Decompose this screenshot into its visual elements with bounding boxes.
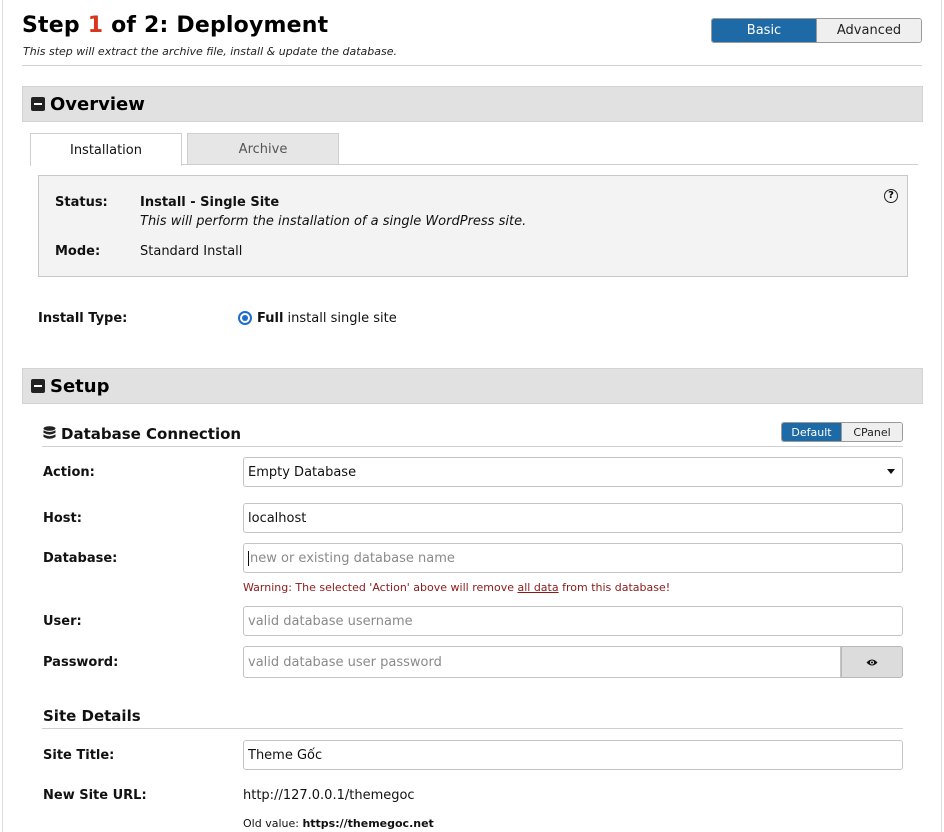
basic-mode-button[interactable]: Basic [712,19,817,42]
database-connection-heading: Database Connection [61,425,242,443]
database-icon [43,426,56,439]
eye-icon [866,659,878,665]
advanced-mode-button[interactable]: Advanced [817,19,921,42]
install-type-label: Install Type: [38,311,128,326]
question-circle-icon[interactable]: ? [884,189,898,203]
install-type-option-label[interactable]: Full install single site [257,311,397,326]
caret-down-icon [887,469,895,474]
db-heading-divider [42,446,903,447]
host-label: Host: [43,511,82,526]
text-cursor [248,550,249,566]
user-label: User: [43,614,82,629]
setup-heading: Setup [50,376,110,397]
install-type-radio-full[interactable] [238,311,252,325]
database-label: Database: [43,551,118,566]
view-mode-toggle: Basic Advanced [711,18,922,43]
action-select[interactable]: Empty Database [243,457,903,487]
site-title-label: Site Title: [43,748,115,763]
site-url-value: http://127.0.0.1/themegoc [243,788,415,803]
site-url-label: New Site URL: [43,788,147,803]
connection-mode-toggle: Default CPanel [781,422,903,442]
page-title: Step 1 of 2: Deployment [22,13,329,38]
database-name-input[interactable]: new or existing database name [243,543,903,573]
action-label: Action: [43,465,95,480]
user-input[interactable]: valid database username [243,606,903,636]
overview-heading: Overview [50,94,145,115]
overview-section-header[interactable]: Overview [22,86,923,122]
empty-database-warning: Warning: The selected 'Action' above wil… [243,581,671,594]
header-divider [22,65,922,66]
minus-square-icon[interactable] [31,379,45,393]
site-title-input[interactable]: Theme Gốc [243,740,903,770]
all-data-link[interactable]: all data [517,581,558,594]
status-description: This will perform the installation of a … [140,214,527,229]
show-password-button[interactable] [841,646,903,678]
tab-installation[interactable]: Installation [30,133,182,166]
old-url-note: Old value: https://themegoc.net [243,817,434,830]
site-heading-divider [42,728,903,729]
minus-square-icon[interactable] [31,97,45,111]
installer-frame [2,0,942,832]
page-subtitle: This step will extract the archive file,… [23,45,398,58]
status-label: Status: [55,195,108,210]
setup-section-header[interactable]: Setup [22,368,923,404]
password-input[interactable]: valid database user password [243,646,841,678]
tab-archive[interactable]: Archive [187,133,339,165]
mode-value: Standard Install [140,244,243,259]
cpanel-mode-button[interactable]: CPanel [842,423,902,441]
password-label: Password: [43,655,119,670]
host-input[interactable]: localhost [243,503,903,533]
status-value: Install - Single Site [140,195,280,210]
default-mode-button[interactable]: Default [782,423,842,441]
step-number: 1 [87,13,104,38]
mode-label: Mode: [55,244,101,259]
site-details-heading: Site Details [43,707,141,725]
